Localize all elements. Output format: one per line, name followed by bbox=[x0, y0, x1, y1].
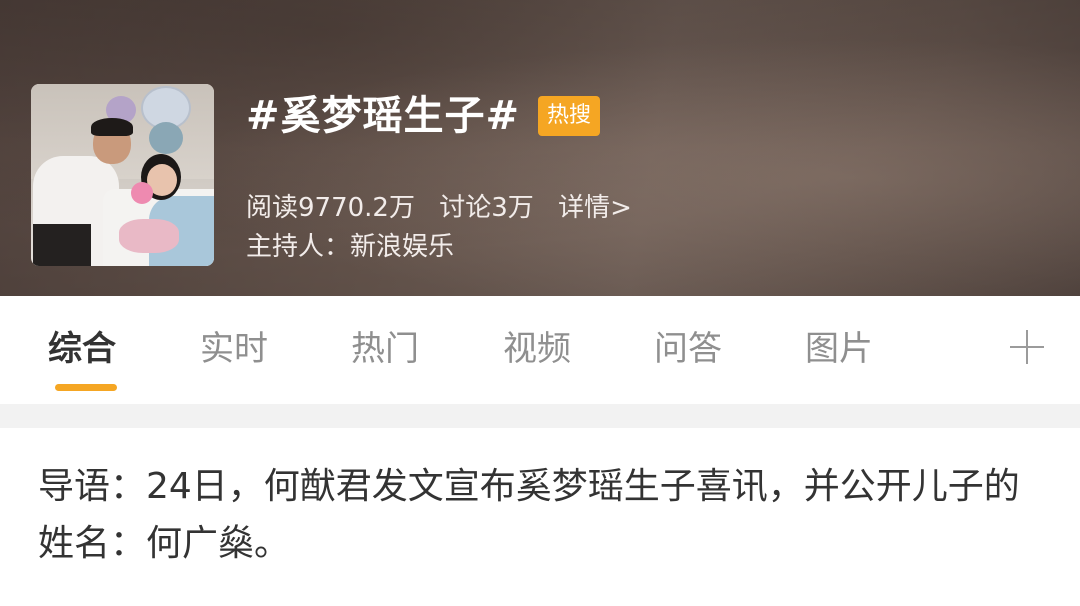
topic-cover-image[interactable] bbox=[31, 84, 214, 266]
tab-realtime[interactable]: 实时 bbox=[200, 326, 268, 372]
section-divider bbox=[0, 404, 1080, 428]
topic-title: #奚梦瑶生子# bbox=[246, 93, 521, 139]
tab-qa[interactable]: 问答 bbox=[654, 326, 722, 372]
topic-stats: 阅读9770.2万 讨论3万 详情> bbox=[246, 188, 648, 228]
plus-icon[interactable] bbox=[1010, 330, 1044, 364]
topic-intro: 导语：24日，何猷君发文宣布奚梦瑶生子喜讯，并公开儿子的姓名：何广燊。 bbox=[38, 466, 1020, 564]
discussion-count: 讨论3万 bbox=[439, 193, 534, 223]
tab-video[interactable]: 视频 bbox=[503, 326, 571, 372]
tab-comprehensive[interactable]: 综合 bbox=[48, 326, 116, 372]
details-link[interactable]: 详情> bbox=[558, 193, 632, 223]
tab-hot[interactable]: 热门 bbox=[351, 326, 419, 372]
hot-search-badge: 热搜 bbox=[538, 96, 601, 136]
active-tab-indicator bbox=[55, 384, 117, 391]
topic-host: 主持人：新浪娱乐 bbox=[246, 232, 455, 262]
tab-images[interactable]: 图片 bbox=[805, 326, 873, 372]
tab-bar: 综合 实时 热门 视频 问答 图片 bbox=[0, 296, 1080, 404]
topic-title-row: #奚梦瑶生子# 热搜 bbox=[246, 90, 601, 142]
topic-header: #奚梦瑶生子# 热搜 阅读9770.2万 讨论3万 详情> 主持人：新浪娱乐 bbox=[0, 0, 1080, 296]
read-count: 阅读9770.2万 bbox=[246, 193, 415, 223]
